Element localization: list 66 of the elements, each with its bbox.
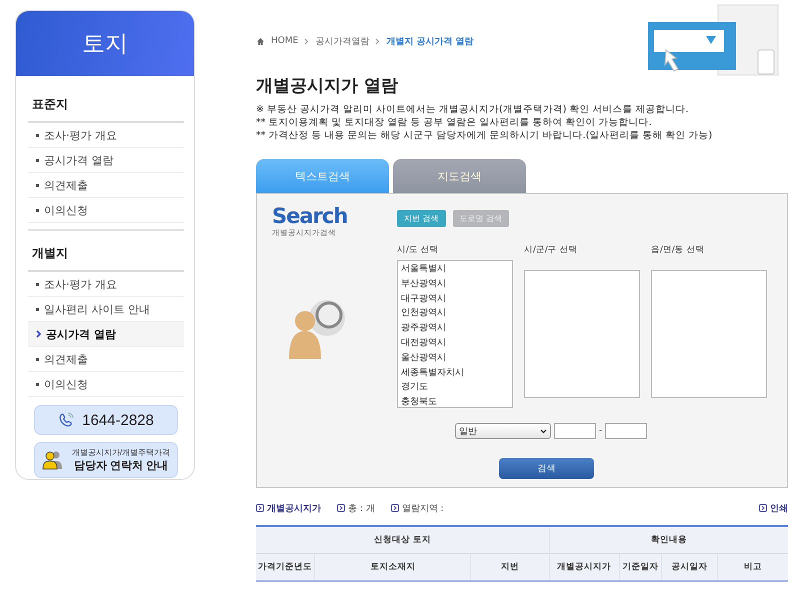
contact-button[interactable]: 개별공시지가/개별주택가격 담당자 연락처 안내 <box>34 442 178 478</box>
column-header: 공시일자 <box>662 554 718 581</box>
table-group-header: 확인내용 <box>549 526 788 554</box>
phone-icon <box>58 412 74 428</box>
list-option[interactable]: 대전광역시 <box>401 336 509 351</box>
breadcrumb-link[interactable]: HOME <box>271 36 298 46</box>
land-type-select[interactable]: 일반 <box>455 423 551 439</box>
sidebar-item[interactable]: 이의신청 <box>28 198 184 223</box>
summary-label: 개별공시지가 <box>267 502 321 514</box>
column-header: 가격기준년도 <box>256 554 315 581</box>
sidebar-item[interactable]: 의견제출 <box>28 347 184 372</box>
dash-separator: - <box>599 426 602 436</box>
column-header: 개별공시지가 <box>549 554 620 581</box>
list-option[interactable]: 충청북도 <box>401 395 509 410</box>
notice-text: ** 가격산정 등 내용 문의는 해당 시군구 담당자에게 문의하시기 바랍니다.(일사편리를 통해 확인 가능) <box>256 129 714 142</box>
sidebar-item[interactable]: 조사·평가 개요 <box>28 123 184 148</box>
main-number-field[interactable] <box>554 423 596 439</box>
sidebar-title: 토지 <box>16 11 194 76</box>
search-logo: Search <box>272 204 348 228</box>
arrow-box-icon <box>337 504 345 512</box>
list-option[interactable]: 세종특별자치시 <box>401 366 509 380</box>
list-option[interactable]: 부산광역시 <box>401 276 509 292</box>
column-header: 토지소재지 <box>314 554 471 581</box>
list-label: 읍/면/동 선택 <box>651 244 706 257</box>
sidebar-item[interactable]: 조사·평가 개요 <box>28 272 184 297</box>
home-icon <box>256 36 265 46</box>
arrow-box-icon <box>759 504 767 512</box>
chevron-icon <box>36 330 42 338</box>
column-header: 비고 <box>717 554 788 581</box>
list-option[interactable]: 인천광역시 <box>401 306 509 322</box>
region-listbox[interactable]: 서울특별시 부산광역시 대구광역시 인천광역시 광주광역시 대전광역시 울산광역시 세종특별자치시 경기도 충청북도 <box>397 260 513 408</box>
page-title: 개별공시지가 열람 <box>256 75 399 97</box>
people-icon <box>42 450 64 470</box>
chevron-icon <box>375 38 380 44</box>
sidebar-item[interactable]: 공시가격 열람 <box>28 148 184 173</box>
phone-button[interactable]: 1644-2828 <box>34 405 178 435</box>
sidebar-item[interactable]: 의견제출 <box>28 173 184 198</box>
arrow-box-icon <box>390 504 399 512</box>
list-option[interactable]: 서울특별시 <box>401 262 509 277</box>
sidebar-item[interactable]: 이의신청 <box>28 372 184 397</box>
list-label: 시/군/구 선택 <box>524 244 578 257</box>
search-button[interactable]: 검색 <box>499 458 594 479</box>
summary-label: 총 : 개 <box>348 502 375 514</box>
list-option[interactable]: 울산광역시 <box>401 350 509 366</box>
table-group-header: 신청대상 토지 <box>256 526 550 554</box>
breadcrumb-link[interactable]: 개별지 공시가격 열람 <box>386 34 474 48</box>
column-header: 기준일자 <box>619 554 662 581</box>
list-label: 시/도 선택 <box>397 244 440 257</box>
column-header: 지번 <box>470 554 550 581</box>
sub-number-field[interactable] <box>605 423 648 439</box>
print-link[interactable]: 인쇄 <box>770 502 788 514</box>
list-option[interactable]: 경기도 <box>401 380 509 396</box>
sidebar-heading: 개별지 <box>28 229 184 272</box>
region-listbox[interactable] <box>651 270 767 398</box>
breadcrumb-link[interactable]: 공시가격열람 <box>315 34 370 48</box>
sidebar-heading: 표준지 <box>28 82 184 123</box>
sidebar-item[interactable]: 공시가격 열람 <box>28 322 184 347</box>
chevron-icon <box>304 38 310 44</box>
region-listbox[interactable] <box>524 270 640 398</box>
list-option[interactable]: 광주광역시 <box>401 321 509 336</box>
notice-text: ** 토지이용계획 및 토지대장 열람 등 공부 열람은 일사편리를 통하여 확인이 가능합니다. <box>256 116 653 129</box>
list-option[interactable]: 대구광역시 <box>401 292 509 306</box>
caret-icon <box>540 428 547 434</box>
arrow-box-icon <box>256 504 264 512</box>
notice-text: ※ 부동산 공시가격 알리미 사이트에서는 개별공시지가(개별주택가격) 확인 서비스를 제공합니다. <box>256 103 690 116</box>
summary-label: 열람지역 : <box>402 502 444 514</box>
